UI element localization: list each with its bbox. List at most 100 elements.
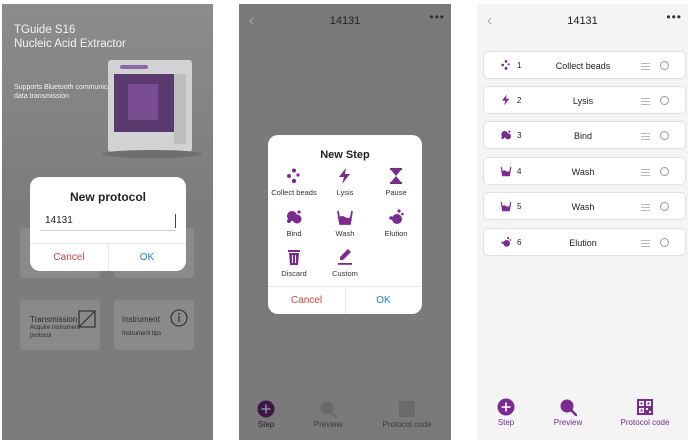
tab-label: Preview xyxy=(553,418,583,427)
new-protocol-dialog: New protocol 14131 Cancel OK xyxy=(30,177,186,271)
step-name: Elution xyxy=(569,238,597,248)
qr-code-icon xyxy=(399,401,415,417)
step-option-discard[interactable]: Discard xyxy=(268,248,323,278)
extractor-device-image xyxy=(108,60,192,152)
transmission-label: Transmission xyxy=(30,315,78,324)
drag-handle-icon[interactable] xyxy=(641,204,650,213)
step-radio[interactable] xyxy=(660,131,669,140)
drag-handle-icon[interactable] xyxy=(641,169,650,178)
tab-label: Protocol code xyxy=(620,418,670,427)
wash-icon xyxy=(500,166,512,177)
app-header: ‹ 14131 ••• xyxy=(239,4,451,38)
step-number: 2 xyxy=(517,96,522,105)
step-option-label: Collect beads xyxy=(271,188,317,197)
step-radio[interactable] xyxy=(660,167,669,176)
step-name: Wash xyxy=(571,167,595,177)
wash-icon xyxy=(337,210,353,225)
step-option-label: Custom xyxy=(332,269,358,278)
tab-label: Step xyxy=(257,420,275,429)
collect-beads-icon xyxy=(501,60,510,70)
page-title: 14131 xyxy=(567,15,598,27)
drag-handle-icon[interactable] xyxy=(641,133,650,142)
tab-label: Preview xyxy=(313,420,343,429)
transmission-card[interactable]: Transmission Acquire instrument protocol xyxy=(20,300,100,350)
step-option-custom[interactable]: Custom xyxy=(316,248,374,278)
preview-icon xyxy=(320,401,337,418)
more-icon[interactable]: ••• xyxy=(429,10,445,24)
drag-handle-icon[interactable] xyxy=(641,63,650,72)
instrument-sub: Instrument tips xyxy=(122,331,162,337)
phone-new-protocol: TGuide S16 Nucleic Acid Extractor Suppor… xyxy=(2,4,213,440)
step-option-label: Pause xyxy=(385,188,407,197)
step-option-label: Wash xyxy=(335,229,355,238)
step-option-collect-beads[interactable]: Collect beads xyxy=(268,167,323,197)
step-radio[interactable] xyxy=(660,96,669,105)
screenshot-collage: TGuide S16 Nucleic Acid Extractor Suppor… xyxy=(0,0,688,442)
step-number: 1 xyxy=(517,61,522,70)
collect-beads-icon xyxy=(287,168,300,184)
dialog-title: New Step xyxy=(320,149,370,161)
phone-new-step: ‹ 14131 ••• New Step Collect beads Lysis xyxy=(239,4,451,440)
step-row[interactable]: 1 Collect beads xyxy=(483,51,686,79)
step-number: 5 xyxy=(517,202,522,211)
tab-preview[interactable]: Preview xyxy=(293,400,363,429)
instrument-card[interactable]: Instrument Instrument tips xyxy=(114,300,194,350)
step-option-lysis[interactable]: Lysis xyxy=(316,167,374,197)
step-row[interactable]: 3 Bind xyxy=(483,121,686,149)
step-number: 6 xyxy=(517,238,522,247)
ok-button[interactable]: OK xyxy=(108,244,186,271)
step-radio[interactable] xyxy=(660,61,669,70)
step-option-label: Lysis xyxy=(336,188,354,197)
step-name: Lysis xyxy=(572,96,594,106)
step-option-pause[interactable]: Pause xyxy=(367,167,422,197)
qr-code-icon xyxy=(637,399,653,415)
step-option-label: Elution xyxy=(384,229,408,238)
step-row[interactable]: 6 Elution xyxy=(483,228,686,256)
cancel-button[interactable]: Cancel xyxy=(268,287,345,314)
app-header: ‹ 14131 ••• xyxy=(477,4,688,38)
step-option-wash[interactable]: Wash xyxy=(316,208,374,238)
discard-icon xyxy=(288,250,300,265)
step-name: Wash xyxy=(571,202,595,212)
step-radio[interactable] xyxy=(660,238,669,247)
step-row[interactable]: 5 Wash xyxy=(483,192,686,220)
info-icon xyxy=(170,309,188,327)
lysis-icon xyxy=(339,168,350,184)
more-icon[interactable]: ••• xyxy=(666,10,682,24)
cancel-button[interactable]: Cancel xyxy=(30,244,108,271)
protocol-name-input[interactable]: 14131 xyxy=(40,211,176,231)
dialog-title: New protocol xyxy=(69,190,146,204)
step-row[interactable]: 2 Lysis xyxy=(483,86,686,114)
hero-title-line1: TGuide S16 xyxy=(14,24,76,36)
pause-icon xyxy=(390,168,402,184)
elution-icon xyxy=(389,209,404,224)
transmission-icon xyxy=(78,310,96,328)
step-name: Collect beads xyxy=(555,61,611,71)
lysis-icon xyxy=(502,94,510,106)
tab-preview[interactable]: Preview xyxy=(533,398,603,427)
step-option-bind[interactable]: Bind xyxy=(268,208,323,238)
tab-step[interactable]: Step xyxy=(477,398,541,427)
tab-protocol-code[interactable]: Protocol code xyxy=(610,398,680,427)
bind-icon xyxy=(287,210,302,224)
step-radio[interactable] xyxy=(660,202,669,211)
tab-step[interactable]: Step xyxy=(239,400,301,429)
bind-icon xyxy=(501,130,511,140)
new-step-dialog: New Step Collect beads Lysis Pause Bind … xyxy=(268,135,422,314)
step-number: 4 xyxy=(517,167,522,176)
drag-handle-icon[interactable] xyxy=(641,98,650,107)
wash-icon xyxy=(500,201,512,212)
step-option-elution[interactable]: Elution xyxy=(367,208,422,238)
protocol-name-value: 14131 xyxy=(45,215,73,226)
tab-protocol-code[interactable]: Protocol code xyxy=(372,400,442,429)
ok-button[interactable]: OK xyxy=(345,287,422,314)
elution-icon xyxy=(501,236,512,247)
step-row[interactable]: 4 Wash xyxy=(483,157,686,185)
hero-title-line2: Nucleic Acid Extractor xyxy=(14,38,126,50)
tab-label: Step xyxy=(497,418,515,427)
preview-icon xyxy=(560,399,577,416)
phone-step-list: ‹ 14131 ••• 1 Collect beads 2 Lysis 3 Bi… xyxy=(477,4,688,440)
page-title: 14131 xyxy=(329,15,361,27)
drag-handle-icon[interactable] xyxy=(641,240,650,249)
step-option-label: Discard xyxy=(281,269,307,278)
